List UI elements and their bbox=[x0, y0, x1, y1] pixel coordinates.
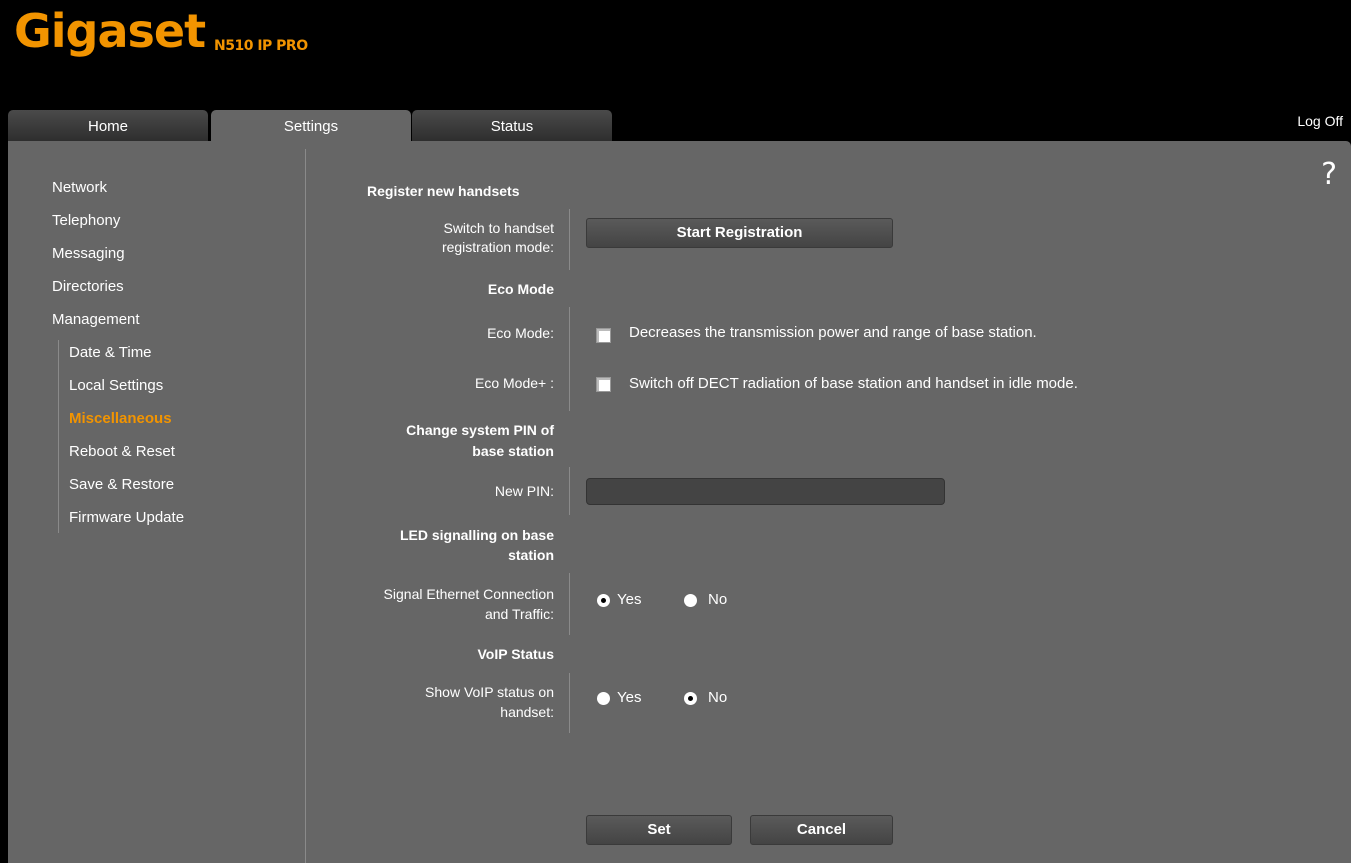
sidebar-item-directories[interactable]: Directories bbox=[52, 278, 124, 295]
sidebar-item-telephony[interactable]: Telephony bbox=[52, 212, 120, 229]
voip-label-line2: handset: bbox=[500, 704, 554, 720]
led-yes-label[interactable]: Yes bbox=[617, 591, 641, 608]
register-label-line2: registration mode: bbox=[441, 239, 554, 255]
voip-label-line1: Show VoIP status on bbox=[425, 684, 554, 700]
sidebar-item-save-restore[interactable]: Save & Restore bbox=[69, 476, 174, 493]
section-led-heading-line1: LED signalling on base bbox=[399, 527, 554, 543]
row-divider bbox=[569, 209, 570, 270]
eco-mode-plus-checkbox[interactable] bbox=[596, 377, 611, 392]
model-name: N510 IP PRO bbox=[214, 38, 308, 54]
eco-mode-label: Eco Mode: bbox=[487, 325, 554, 341]
led-no-label[interactable]: No bbox=[708, 591, 727, 608]
voip-yes-radio[interactable] bbox=[597, 692, 610, 705]
sidebar-item-reboot-reset[interactable]: Reboot & Reset bbox=[69, 443, 175, 460]
eco-mode-plus-description: Switch off DECT radiation of base statio… bbox=[629, 375, 1078, 392]
start-registration-button[interactable]: Start Registration bbox=[586, 218, 893, 248]
help-icon[interactable]: ? bbox=[1321, 157, 1337, 192]
set-button[interactable]: Set bbox=[586, 815, 732, 845]
row-divider bbox=[569, 467, 570, 515]
gigaset-logo: Gigaset bbox=[14, 4, 206, 58]
sidebar-item-management[interactable]: Management bbox=[52, 311, 140, 328]
sidebar-item-messaging[interactable]: Messaging bbox=[52, 245, 125, 262]
submenu-line bbox=[58, 340, 59, 533]
tab-home[interactable]: Home bbox=[8, 110, 208, 141]
tab-status[interactable]: Status bbox=[412, 110, 612, 141]
led-label-line1: Signal Ethernet Connection bbox=[383, 586, 554, 602]
header: Gigaset N510 IP PRO Home Settings Status… bbox=[0, 0, 1351, 141]
register-label-line1: Switch to handset bbox=[443, 220, 554, 236]
section-voip-heading: VoIP Status bbox=[477, 646, 554, 662]
new-pin-input[interactable] bbox=[586, 478, 945, 505]
section-pin-heading-line2: base station bbox=[472, 443, 554, 459]
voip-no-label[interactable]: No bbox=[708, 689, 727, 706]
row-divider bbox=[569, 573, 570, 635]
voip-no-radio[interactable] bbox=[684, 692, 697, 705]
sidebar-divider bbox=[305, 149, 306, 863]
cancel-button[interactable]: Cancel bbox=[750, 815, 893, 845]
settings-panel: ? Network Telephony Messaging Directorie… bbox=[8, 141, 1351, 863]
eco-mode-checkbox[interactable] bbox=[596, 328, 611, 343]
section-register-heading: Register new handsets bbox=[367, 183, 520, 199]
sidebar-item-local-settings[interactable]: Local Settings bbox=[69, 377, 163, 394]
sidebar-item-firmware-update[interactable]: Firmware Update bbox=[69, 509, 184, 526]
sidebar-item-miscellaneous[interactable]: Miscellaneous bbox=[69, 410, 172, 427]
section-led-heading-line2: station bbox=[508, 547, 554, 563]
row-divider bbox=[569, 307, 570, 411]
section-pin-heading-line1: Change system PIN of bbox=[406, 422, 554, 438]
section-eco-heading: Eco Mode bbox=[487, 281, 554, 297]
row-divider bbox=[569, 673, 570, 733]
tab-settings[interactable]: Settings bbox=[211, 110, 411, 141]
new-pin-label: New PIN: bbox=[494, 483, 554, 499]
eco-mode-description: Decreases the transmission power and ran… bbox=[629, 324, 1037, 341]
led-yes-radio[interactable] bbox=[597, 594, 610, 607]
sidebar-item-date-time[interactable]: Date & Time bbox=[69, 344, 152, 361]
voip-yes-label[interactable]: Yes bbox=[617, 689, 641, 706]
led-no-radio[interactable] bbox=[684, 594, 697, 607]
log-off-link[interactable]: Log Off bbox=[1297, 113, 1343, 129]
sidebar-item-network[interactable]: Network bbox=[52, 179, 107, 196]
eco-mode-plus-label: Eco Mode+ : bbox=[475, 375, 554, 391]
led-label-line2: and Traffic: bbox=[484, 606, 554, 622]
